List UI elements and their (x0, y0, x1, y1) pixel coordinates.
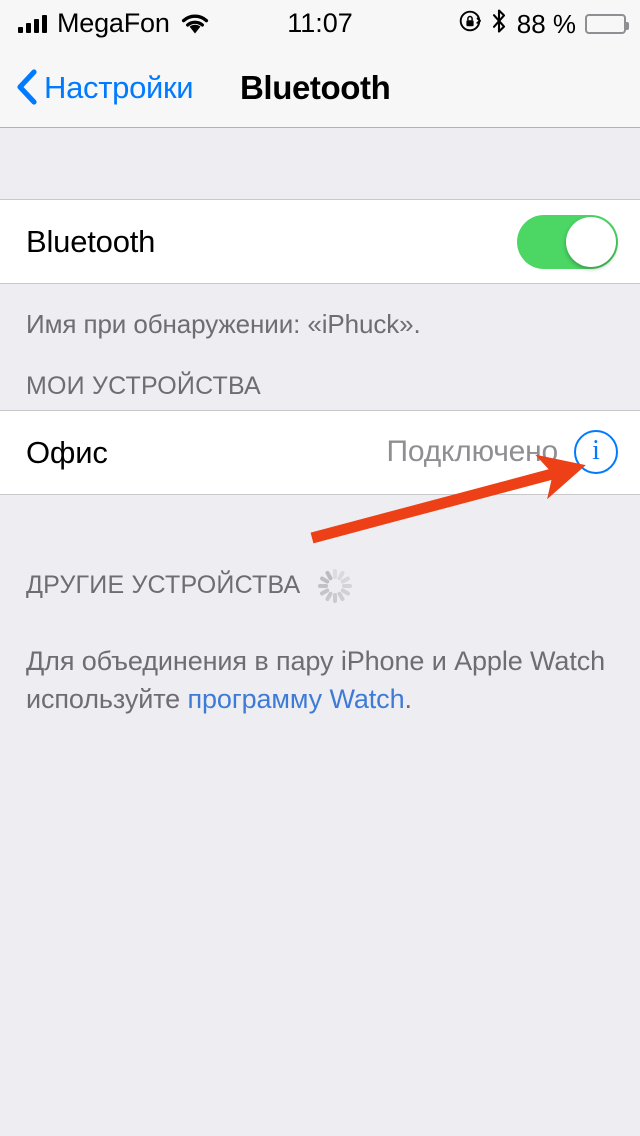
toggle-knob (566, 216, 616, 267)
watch-hint-line1: Для объединения в пару iPhone и Apple Wa… (26, 645, 606, 676)
back-button-label: Настройки (44, 69, 194, 105)
status-bar: MegaFon 11:07 88 % (0, 0, 640, 47)
rotation-lock-icon (458, 9, 482, 38)
watch-hint-line2-prefix: используйте (26, 683, 188, 714)
my-devices-header: МОИ УСТРОЙСТВА (0, 341, 640, 410)
device-row-office[interactable]: Офис Подключено i (0, 409, 640, 495)
settings-content: Bluetooth Имя при обнаружении: «iPhuck».… (0, 128, 640, 1136)
device-name: Офис (26, 434, 108, 470)
info-circle-icon[interactable]: i (574, 430, 618, 474)
discoverability-note: Имя при обнаружении: «iPhuck». (26, 309, 421, 339)
bluetooth-toggle-row[interactable]: Bluetooth (0, 199, 640, 284)
battery-icon (585, 13, 629, 34)
other-devices-header: ДРУГИЕ УСТРОЙСТВА (0, 495, 640, 616)
battery-percentage: 88 % (516, 8, 576, 39)
navigation-bar: Настройки Bluetooth (0, 47, 640, 128)
status-bar-right: 88 % (458, 8, 629, 39)
watch-app-link[interactable]: программу Watch (188, 684, 405, 714)
bluetooth-toggle[interactable] (517, 214, 618, 269)
chevron-left-icon (14, 67, 40, 107)
iphone-screen: MegaFon 11:07 88 % Настройки Bluetooth B… (0, 0, 640, 1136)
page-title: Bluetooth (240, 68, 391, 106)
activity-spinner-icon (316, 567, 354, 605)
bluetooth-icon (491, 8, 507, 39)
device-status: Подключено (386, 435, 559, 468)
bluetooth-row-label: Bluetooth (26, 224, 156, 259)
top-spacer (0, 128, 640, 199)
other-devices-header-label: ДРУГИЕ УСТРОЙСТВА (26, 571, 301, 599)
info-glyph: i (592, 435, 600, 466)
my-devices-header-label: МОИ УСТРОЙСТВА (26, 371, 261, 400)
watch-hint-line2-suffix: . (404, 683, 412, 714)
back-button[interactable]: Настройки (14, 67, 194, 107)
watch-pairing-hint: Для объединения в пару iPhone и Apple Wa… (0, 616, 640, 719)
